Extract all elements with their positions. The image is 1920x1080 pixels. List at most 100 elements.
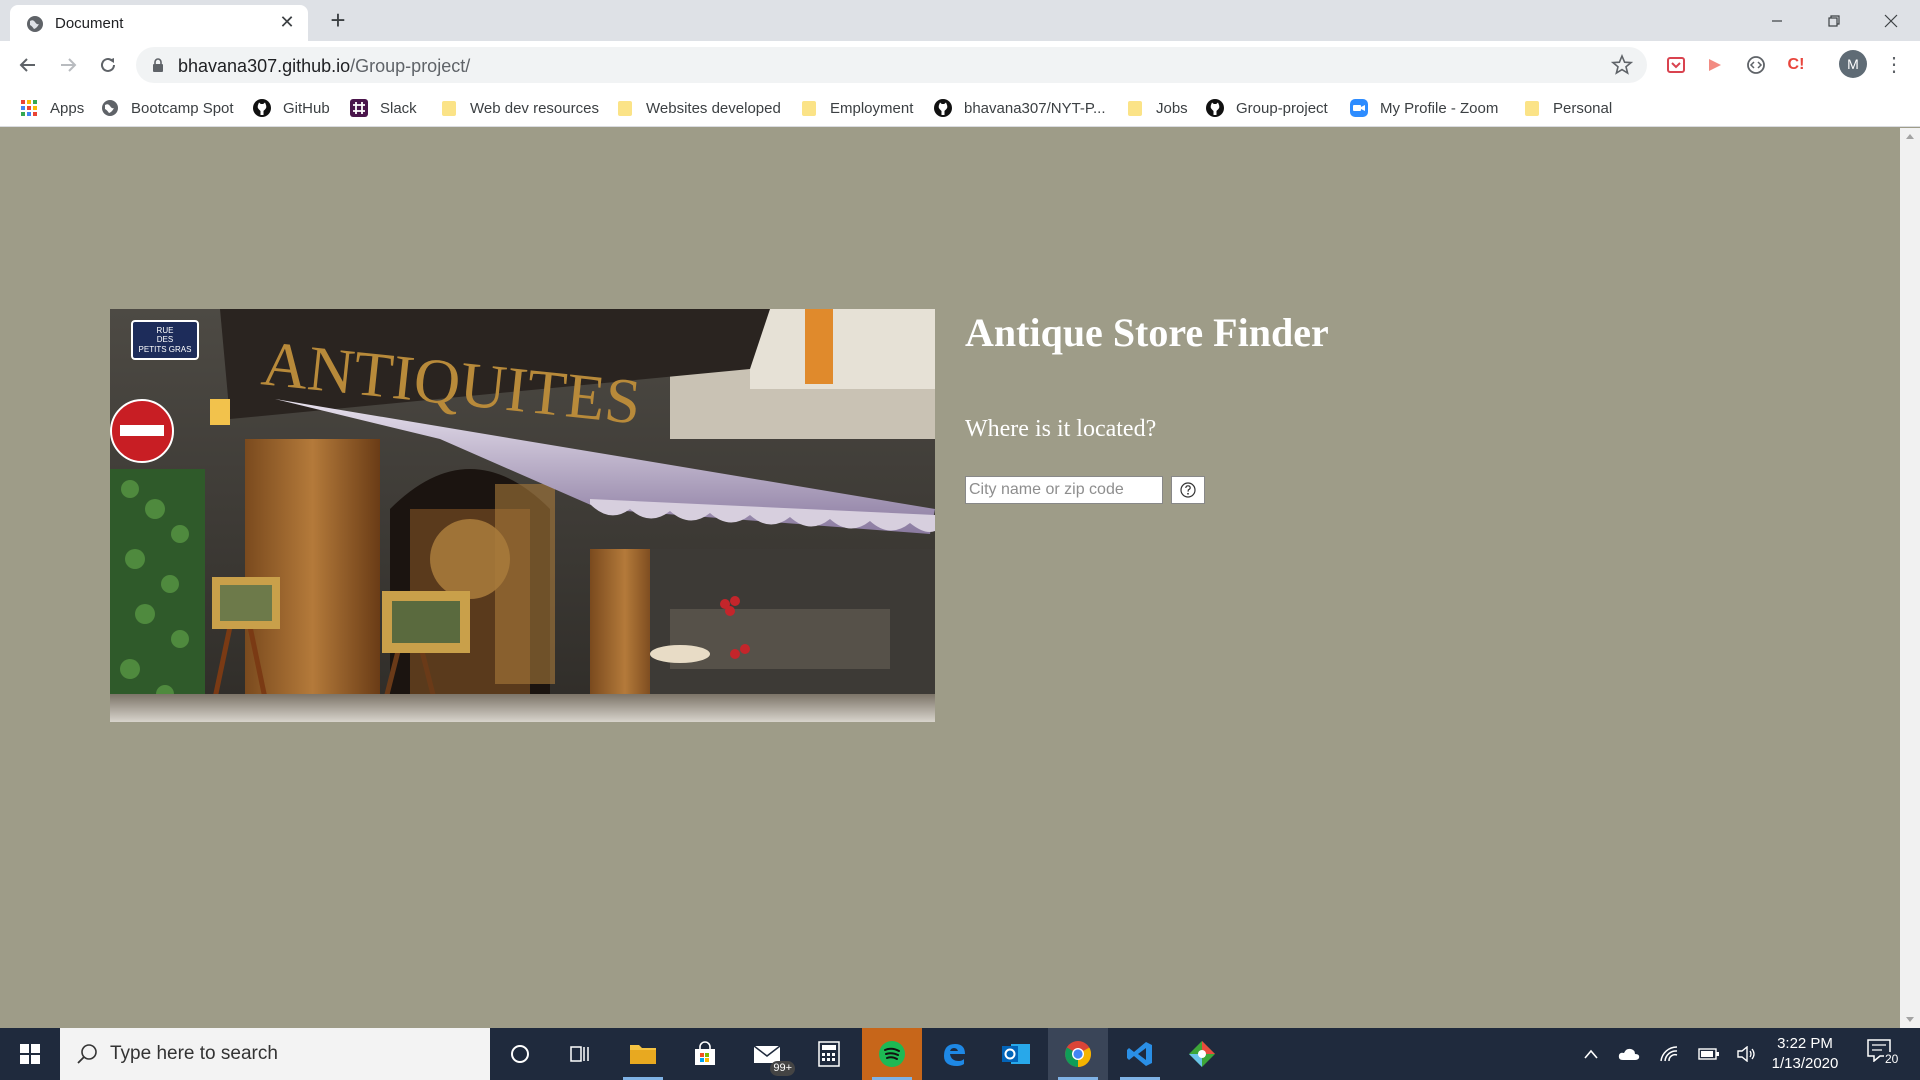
cortana-button[interactable] bbox=[490, 1028, 550, 1080]
mail-app[interactable]: 99+ bbox=[737, 1028, 797, 1080]
github-icon bbox=[934, 99, 952, 117]
close-icon bbox=[1884, 14, 1898, 27]
back-button[interactable] bbox=[14, 51, 42, 79]
street-sign-line-2: DES bbox=[157, 335, 173, 344]
action-center-button[interactable]: 20 bbox=[1866, 1038, 1900, 1070]
antique-store-image: ANTIQUITES RUE DES PETITS GRAS bbox=[110, 309, 935, 722]
bookmark-employment[interactable]: Employment bbox=[800, 97, 913, 119]
globe-icon bbox=[101, 99, 119, 117]
speaker-icon bbox=[1737, 1046, 1755, 1062]
edge-app[interactable] bbox=[924, 1028, 984, 1080]
bookmark-star-icon[interactable] bbox=[1611, 54, 1633, 76]
forward-button[interactable] bbox=[54, 51, 82, 79]
profile-avatar[interactable]: M bbox=[1839, 50, 1867, 78]
location-prompt: Where is it located? bbox=[965, 416, 1157, 442]
bookmark-jobs[interactable]: Jobs bbox=[1126, 97, 1188, 119]
reload-button[interactable] bbox=[94, 51, 122, 79]
chrome-icon bbox=[1065, 1041, 1092, 1068]
mail-unread-badge: 99+ bbox=[770, 1061, 795, 1076]
question-circle-icon bbox=[1180, 482, 1196, 498]
tab-close-icon[interactable]: ✕ bbox=[276, 11, 298, 33]
browser-tab[interactable]: Document ✕ bbox=[10, 5, 308, 41]
arrow-left-icon bbox=[19, 58, 35, 72]
bookmark-bootcamp-spot[interactable]: Bootcamp Spot bbox=[101, 97, 234, 119]
location-search-input[interactable] bbox=[965, 476, 1163, 504]
bookmark-label: Web dev resources bbox=[470, 99, 599, 117]
calculator-app[interactable] bbox=[799, 1028, 859, 1080]
extension-code-icon[interactable] bbox=[1742, 51, 1770, 79]
bookmark-apps[interactable]: Apps bbox=[20, 97, 84, 119]
lock-icon bbox=[153, 58, 163, 72]
extension-c-icon[interactable]: C! bbox=[1782, 51, 1810, 79]
file-explorer-app[interactable] bbox=[613, 1028, 673, 1080]
minimize-icon bbox=[1772, 19, 1782, 22]
bookmark-nyt-project[interactable]: bhavana307/NYT-P... bbox=[934, 97, 1106, 119]
volume-tray[interactable] bbox=[1734, 1028, 1760, 1080]
store-app[interactable] bbox=[675, 1028, 735, 1080]
gitkraken-app[interactable] bbox=[1172, 1028, 1232, 1080]
battery-tray[interactable] bbox=[1696, 1028, 1722, 1080]
street-sign-line-3: PETITS GRAS bbox=[139, 345, 192, 354]
bookmarks-bar: Apps Bootcamp Spot GitHub Slack Web dev … bbox=[0, 89, 1920, 127]
onedrive-tray[interactable] bbox=[1616, 1028, 1642, 1080]
scroll-down-arrow-icon[interactable] bbox=[1906, 1017, 1914, 1022]
github-icon bbox=[1206, 99, 1224, 117]
outlook-app[interactable] bbox=[986, 1028, 1046, 1080]
slack-icon bbox=[350, 99, 368, 117]
bookmark-label: bhavana307/NYT-P... bbox=[964, 99, 1106, 117]
shopping-bag-icon bbox=[695, 1041, 715, 1065]
bookmark-slack[interactable]: Slack bbox=[350, 97, 417, 119]
chrome-app[interactable] bbox=[1048, 1028, 1108, 1080]
folder-icon bbox=[616, 99, 634, 117]
new-tab-button[interactable]: + bbox=[324, 6, 352, 34]
scroll-up-arrow-icon[interactable] bbox=[1906, 134, 1914, 139]
extension-screencast-icon[interactable] bbox=[1701, 51, 1729, 79]
bookmark-web-dev-resources[interactable]: Web dev resources bbox=[440, 97, 599, 119]
calculator-icon bbox=[818, 1041, 840, 1067]
taskbar-clock[interactable]: 3:22 PM 1/13/2020 bbox=[1760, 1034, 1850, 1074]
show-hidden-icons[interactable] bbox=[1578, 1028, 1604, 1080]
reload-icon bbox=[101, 57, 115, 72]
address-bar[interactable]: bhavana307.github.io/Group-project/ bbox=[136, 47, 1647, 83]
pocket-icon bbox=[1667, 57, 1685, 73]
gitkraken-icon bbox=[1189, 1041, 1215, 1067]
bookmark-github[interactable]: GitHub bbox=[253, 97, 330, 119]
task-view-button[interactable] bbox=[550, 1028, 610, 1080]
search-help-button[interactable] bbox=[1171, 476, 1205, 504]
task-view-icon bbox=[570, 1046, 589, 1062]
minimize-button[interactable] bbox=[1748, 0, 1806, 41]
folder-icon bbox=[440, 99, 458, 117]
clock-time: 3:22 PM bbox=[1777, 1035, 1833, 1052]
folder-icon bbox=[630, 1045, 656, 1064]
tab-title: Document bbox=[55, 15, 124, 32]
taskbar-search-box[interactable]: Type here to search bbox=[60, 1028, 490, 1080]
edge-icon bbox=[944, 1044, 965, 1066]
vscode-app[interactable] bbox=[1110, 1028, 1170, 1080]
bookmark-zoom-profile[interactable]: My Profile - Zoom bbox=[1350, 97, 1498, 119]
street-sign-line-1: RUE bbox=[157, 326, 174, 335]
network-tray[interactable] bbox=[1656, 1028, 1682, 1080]
arrow-right-icon bbox=[61, 58, 77, 72]
zoom-icon bbox=[1350, 99, 1368, 117]
bookmark-group-project[interactable]: Group-project bbox=[1206, 97, 1328, 119]
battery-icon bbox=[1698, 1048, 1719, 1060]
tab-strip: Document ✕ + bbox=[0, 0, 1920, 41]
bookmark-websites-developed[interactable]: Websites developed bbox=[616, 97, 781, 119]
apps-grid-icon bbox=[20, 99, 38, 117]
bookmark-personal[interactable]: Personal bbox=[1523, 97, 1612, 119]
search-icon bbox=[77, 1044, 97, 1064]
notification-count: 20 bbox=[1884, 1052, 1900, 1066]
url-host: bhavana307.github.io bbox=[178, 56, 351, 76]
spotify-icon bbox=[879, 1041, 905, 1067]
folder-icon bbox=[1523, 99, 1541, 117]
browser-menu-icon[interactable]: ⋮ bbox=[1882, 51, 1906, 79]
folder-icon bbox=[800, 99, 818, 117]
close-window-button[interactable] bbox=[1862, 0, 1920, 41]
bookmark-label: Employment bbox=[830, 99, 914, 117]
start-button[interactable] bbox=[0, 1028, 60, 1080]
restore-button[interactable] bbox=[1805, 0, 1863, 41]
spotify-app[interactable] bbox=[862, 1028, 922, 1080]
page-title: Antique Store Finder bbox=[965, 310, 1329, 355]
extension-pocket-icon[interactable] bbox=[1662, 51, 1690, 79]
page-scrollbar[interactable] bbox=[1900, 128, 1920, 1028]
